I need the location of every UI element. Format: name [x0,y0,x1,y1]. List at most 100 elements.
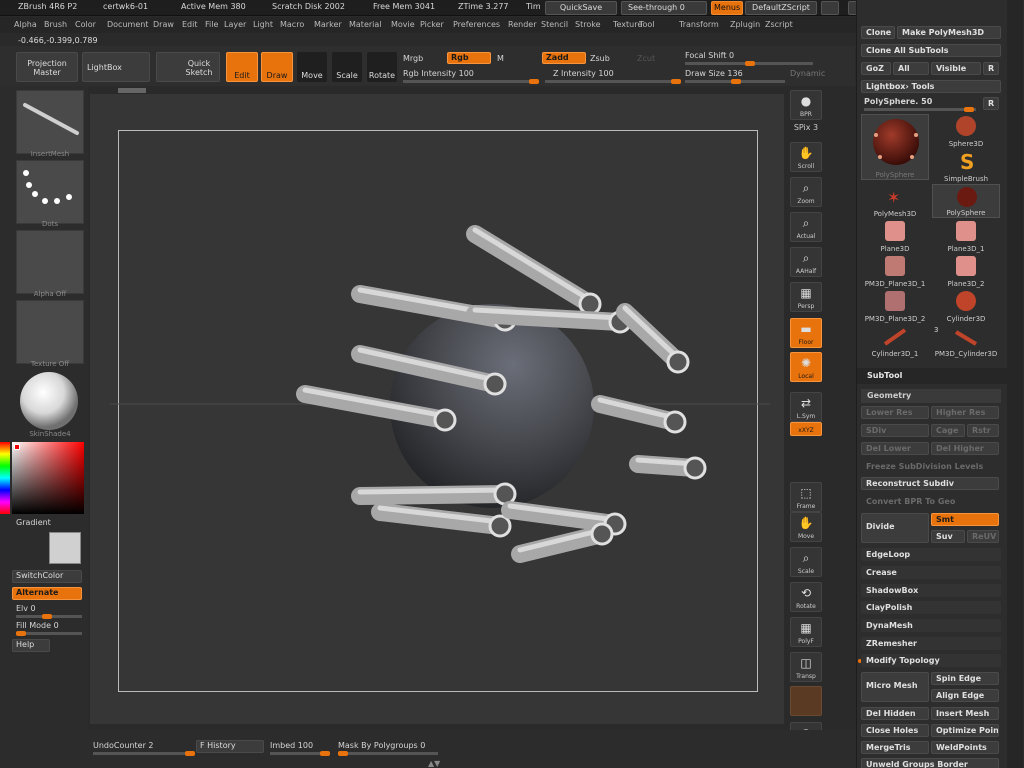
draw-size-track[interactable] [685,79,785,84]
tool-cylinder3d[interactable]: Cylinder3D [932,289,1000,323]
rgb-intensity-slider[interactable]: Rgb Intensity 100 [403,69,474,78]
quicksave-button[interactable]: QuickSave [545,1,617,15]
del-lower-button[interactable]: Del Lower [861,442,929,455]
history-button[interactable]: F History [196,740,264,753]
lightbox-button[interactable]: LightBox [82,52,150,82]
help-button[interactable]: Help [12,639,50,652]
spix-button[interactable]: SPix 3 [790,120,822,136]
document-canvas[interactable] [90,88,784,724]
goz-r-button[interactable]: R [983,62,999,75]
higher-res-button[interactable]: Higher Res [931,406,999,419]
help-icon[interactable] [821,1,839,15]
current-tool-track[interactable] [864,107,976,112]
menu-edit[interactable]: Edit [182,20,198,29]
quick-sketch-button[interactable]: Quick Sketch [156,52,220,82]
brush-thumbnail[interactable] [16,90,84,154]
focal-shift-track[interactable] [685,61,813,66]
persp-button[interactable]: ▦ Persp [790,282,822,312]
undo-counter-slider[interactable]: UndoCounter 2 [93,741,154,750]
menu-transform[interactable]: Transform [679,20,719,29]
frame-button[interactable]: ⬚ Frame [790,482,822,512]
focal-shift-knob[interactable] [745,61,755,66]
menu-picker[interactable]: Picker [420,20,444,29]
make-polymesh-button[interactable]: Make PolyMesh3D [897,26,1001,39]
zadd-button[interactable]: Zadd [542,52,586,64]
del-higher-button[interactable]: Del Higher [931,442,999,455]
color-picker[interactable] [12,442,84,514]
menu-material[interactable]: Material [349,20,382,29]
rotate-button[interactable]: ⟲ Rotate [790,582,822,612]
focal-shift-slider[interactable]: Focal Shift 0 [685,51,734,60]
elv-knob[interactable] [42,614,52,619]
menu-alpha[interactable]: Alpha [14,20,37,29]
lsym-button[interactable]: ⇄ L.Sym [790,392,822,422]
sdiv-slider[interactable]: SDiv [861,424,929,437]
mask-polygroups-knob[interactable] [338,751,348,756]
tool-pm3d-plane3d-1[interactable]: PM3D_Plane3D_1 [861,254,929,288]
menu-color[interactable]: Color [75,20,96,29]
dynamesh-section[interactable]: DynaMesh [861,619,1001,632]
tool-simplebrush[interactable]: S SimpleBrush [932,149,1000,183]
micro-mesh-button[interactable]: Micro Mesh [861,672,929,702]
move-mode-button[interactable]: Move [297,52,327,82]
z-intensity-slider[interactable]: Z Intensity 100 [553,69,614,78]
menu-marker[interactable]: Marker [314,20,342,29]
floor-button[interactable]: ▬ Floor [790,318,822,348]
freeze-subdivision-button[interactable]: Freeze SubDivision Levels [861,460,999,473]
weldpoints-button[interactable]: WeldPoints [931,741,999,754]
tool-polysphere[interactable]: PolySphere [932,184,1000,218]
modify-topology-section[interactable]: Modify Topology [861,654,1001,667]
fill-mode-slider[interactable]: Fill Mode 0 [16,621,59,630]
lightbox-tools-button[interactable]: Lightbox› Tools [861,80,1001,93]
menu-render[interactable]: Render [508,20,536,29]
canvas-scroll-handle[interactable] [118,88,146,93]
rgb-button[interactable]: Rgb [447,52,491,64]
smt-button[interactable]: Smt [931,513,999,526]
tool-polysphere-main[interactable]: PolySphere [861,114,929,180]
polyf-button[interactable]: ▦ PolyF [790,617,822,647]
hue-strip[interactable] [0,442,10,514]
cage-button[interactable]: Cage [931,424,965,437]
local-button[interactable]: ✺ Local [790,352,822,382]
menu-draw[interactable]: Draw [153,20,174,29]
texture-thumbnail[interactable] [16,300,84,364]
projection-master-button[interactable]: Projection Master [16,52,78,82]
mask-polygroups-track[interactable] [338,751,438,756]
mrgb-button[interactable]: Mrgb [403,54,423,63]
move-button[interactable]: ✋ Move [790,512,822,542]
undo-counter-knob[interactable] [185,751,195,756]
switchcolor-button[interactable]: SwitchColor [12,570,82,583]
menu-zscript[interactable]: Zscript [765,20,793,29]
mergetris-button[interactable]: MergeTris [861,741,929,754]
edgeloop-section[interactable]: EdgeLoop [861,548,1001,561]
goz-button[interactable]: GoZ [861,62,891,75]
scale-button[interactable]: ⌕ Scale [790,547,822,577]
xyz-button[interactable]: xXYZ [790,422,822,436]
spin-edge-button[interactable]: Spin Edge [931,672,999,685]
mask-by-polygroups-slider[interactable]: Mask By Polygroups 0 [338,741,425,750]
scale-mode-button[interactable]: Scale [332,52,362,82]
palette-scrollbar[interactable] [1007,0,1023,768]
tool-plane3d[interactable]: Plane3D [861,219,929,253]
clone-button[interactable]: Clone [861,26,895,39]
menu-preferences[interactable]: Preferences [453,20,500,29]
menu-stencil[interactable]: Stencil [541,20,568,29]
crease-section[interactable]: Crease [861,566,1001,579]
divide-button[interactable]: Divide [861,513,929,543]
menus-button[interactable]: Menus [711,1,743,15]
imbed-track[interactable] [270,751,330,756]
dynamic-button[interactable]: Dynamic [790,69,825,78]
zcut-button[interactable]: Zcut [637,54,655,63]
insert-mesh-button[interactable]: Insert Mesh [931,707,999,720]
menu-brush[interactable]: Brush [44,20,67,29]
suv-button[interactable]: Suv [931,530,965,543]
elv-slider[interactable]: Elv 0 [16,604,36,613]
stroke-thumbnail[interactable] [16,160,84,224]
rgb-intensity-track[interactable] [403,79,539,84]
goz-all-button[interactable]: All [893,62,929,75]
menu-texture[interactable]: Texture [613,20,642,29]
tool-cylinder3d-1[interactable]: Cylinder3D_1 [861,324,929,358]
tool-sphere3d[interactable]: Sphere3D [932,114,1000,148]
convert-bpr-button[interactable]: Convert BPR To Geo [861,495,999,508]
alpha-thumbnail[interactable] [16,230,84,294]
